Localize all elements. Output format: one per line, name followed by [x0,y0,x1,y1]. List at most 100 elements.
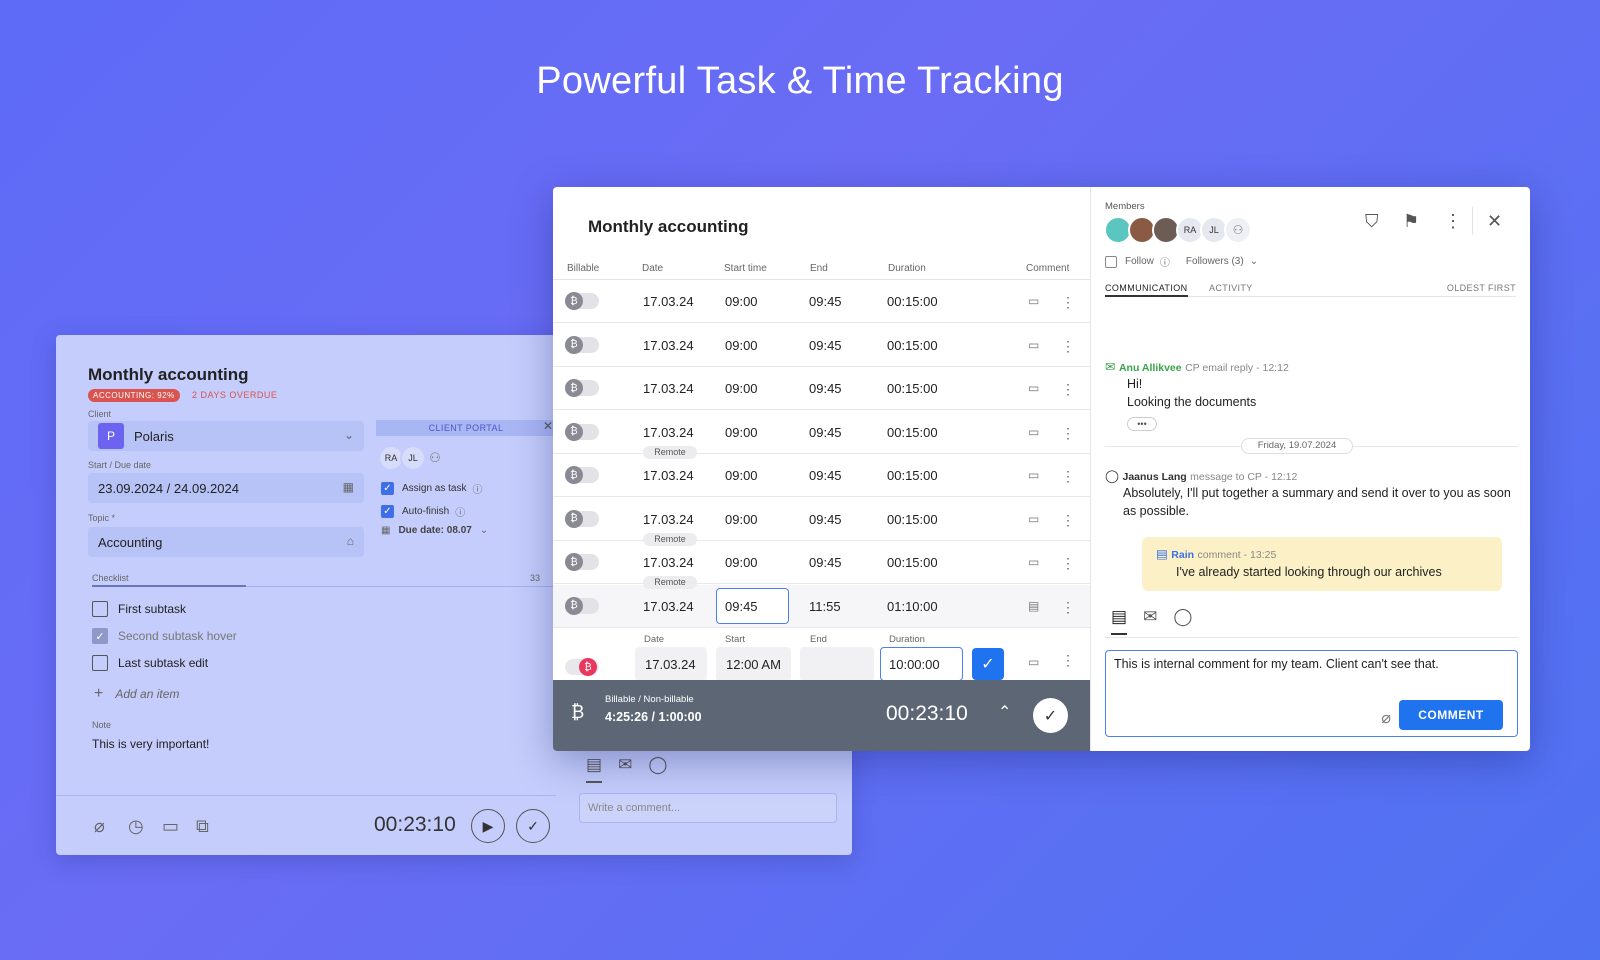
duration[interactable]: 01:10:00 [887,599,938,614]
expand-button[interactable]: ••• [1127,417,1157,431]
billable-toggle[interactable]: ₿ [565,422,599,441]
start-time[interactable]: 09:00 [725,294,758,309]
follow-checkbox[interactable] [1105,255,1117,268]
flag-icon[interactable]: ⚑ [1403,211,1419,232]
comment-box[interactable]: This is internal comment for my team. Cl… [1105,650,1518,737]
add-user-icon[interactable]: ⚇ [1224,216,1252,244]
tab-communication[interactable]: COMMUNICATION [1105,283,1188,297]
comment-icon[interactable]: ▭ [1028,338,1039,352]
checkbox[interactable] [92,601,108,617]
followers-dropdown[interactable]: Followers (3) [1186,256,1244,267]
table-row[interactable]: ₿ 17.03.24 09:00 09:45 00:15:00 ▭ ⋮ Remote [553,411,1090,459]
edit-end-field[interactable] [800,647,874,681]
end-time[interactable]: 09:45 [809,512,842,527]
more-icon[interactable]: ⋮ [1061,652,1075,669]
duration[interactable]: 00:15:00 [887,512,938,527]
billable-toggle[interactable]: ₿ [565,466,599,484]
close-icon[interactable]: ✕ [1487,211,1502,232]
start-time[interactable]: 09:00 [725,338,758,353]
more-icon[interactable]: ⋮ [1061,425,1075,442]
comment-icon[interactable]: ▤ [1028,599,1039,613]
start-time[interactable]: 09:45 [725,599,758,614]
billable-toggle[interactable]: ₿ [565,658,599,676]
duration[interactable]: 00:15:00 [887,294,938,309]
billable-toggle[interactable]: ₿ [565,553,599,571]
comment-icon[interactable]: ▭ [1028,381,1039,395]
mail-icon[interactable]: ✉ [618,755,632,783]
clock-icon[interactable]: ◷ [128,816,144,837]
comment-button[interactable]: COMMENT [1399,700,1503,730]
start-time[interactable]: 09:00 [725,512,758,527]
more-icon[interactable]: ⋮ [1061,381,1075,398]
duration[interactable]: 00:15:00 [887,338,938,353]
table-row[interactable]: ₿ 17.03.24 09:45 11:55 01:10:00 ▤ ⋮ [553,584,1090,628]
start-time[interactable]: 09:00 [725,381,758,396]
paperclip-icon[interactable]: ⌀ [94,816,105,837]
comment-icon[interactable]: ▭ [1028,425,1039,439]
topic-field[interactable]: Accounting ⌂ [88,527,364,557]
check-icon[interactable]: ✓ [92,628,108,644]
entry-date[interactable]: 17.03.24 [643,294,694,309]
comment-icon[interactable]: ▭ [1028,555,1039,569]
end-time[interactable]: 11:55 [809,599,841,614]
close-icon[interactable]: ✕ [543,419,553,433]
play-button[interactable]: ▶ [471,809,505,843]
entry-date[interactable]: 17.03.24 [643,512,694,527]
checkbox[interactable] [92,655,108,671]
entry-date[interactable]: 17.03.24 [643,468,694,483]
checklist-item[interactable]: First subtask [92,601,186,617]
more-icon[interactable]: ⋮ [1061,338,1075,355]
entry-date[interactable]: 17.03.24 [643,555,694,570]
start-time[interactable]: 09:00 [725,468,758,483]
end-time[interactable]: 09:45 [809,468,842,483]
end-time[interactable]: 09:45 [809,425,842,440]
end-time[interactable]: 09:45 [809,294,842,309]
table-row[interactable]: ₿ 17.03.24 09:00 09:45 00:15:00 ▭ ⋮ [553,280,1090,323]
complete-button[interactable]: ✓ [1033,698,1068,733]
billable-toggle[interactable]: ₿ [565,509,599,528]
assign-task-checkbox[interactable]: ✓ Assign as task ⓘ [381,481,482,496]
table-row[interactable]: ₿ 17.03.24 09:00 09:45 00:15:00 ▭ ⋮ Remote [553,498,1090,546]
select-icon[interactable]: ⧉ [196,816,209,837]
checklist-item[interactable]: ✓ Second subtask hover [92,628,237,644]
paperclip-icon[interactable]: ⌀ [1381,708,1391,728]
edit-duration-field[interactable]: 10:00:00 [880,647,963,681]
duration[interactable]: 00:15:00 [887,555,938,570]
edit-start-field[interactable]: 12:00 AM [716,647,791,681]
start-time[interactable]: 09:00 [725,555,758,570]
entry-date[interactable]: 17.03.24 [643,425,694,440]
checklist-item[interactable]: Last subtask edit [92,655,208,671]
keyboard-icon[interactable]: ▭ [162,816,179,837]
end-time[interactable]: 09:45 [809,555,842,570]
billable-toggle[interactable]: ₿ [565,379,599,397]
dates-field[interactable]: 23.09.2024 / 24.09.2024 ▦ [88,473,364,503]
duration[interactable]: 00:15:00 [887,468,938,483]
billable-toggle[interactable]: ₿ [565,596,599,615]
due-date-select[interactable]: ▦ Due date: 08.07 ⌄ [381,525,488,536]
chat-icon[interactable]: ◯ [648,755,667,783]
duration[interactable]: 00:15:00 [887,381,938,396]
more-icon[interactable]: ⋮ [1061,294,1075,311]
sort-toggle[interactable]: OLDEST FIRST [1447,283,1516,293]
table-row[interactable]: ₿ 17.03.24 09:00 09:45 00:15:00 ▭ ⋮ Remote [553,541,1090,589]
more-icon[interactable]: ⋮ [1444,211,1462,232]
billable-toggle[interactable]: ₿ [565,335,599,354]
table-row[interactable]: ₿ 17.03.24 09:00 09:45 00:15:00 ▭ ⋮ [553,324,1090,367]
confirm-button[interactable]: ✓ [972,648,1004,680]
comment-icon[interactable]: ▭ [1028,468,1039,482]
more-icon[interactable]: ⋮ [1061,512,1075,529]
comment-icon[interactable]: ▭ [1028,512,1039,526]
comment-icon[interactable]: ▭ [1028,294,1039,308]
entry-date[interactable]: 17.03.24 [643,381,694,396]
table-row[interactable]: ₿ 17.03.24 09:00 09:45 00:15:00 ▭ ⋮ [553,367,1090,410]
start-time[interactable]: 09:00 [725,425,758,440]
end-time[interactable]: 09:45 [809,381,842,396]
auto-finish-checkbox[interactable]: ✓ Auto-finish ⓘ [381,504,465,519]
comment-input[interactable]: This is internal comment for my team. Cl… [1114,657,1439,671]
chevron-up-icon[interactable]: ⌃ [998,702,1011,722]
end-time[interactable]: 09:45 [809,338,842,353]
comment-icon[interactable]: ▭ [1028,655,1039,669]
edit-date-field[interactable]: 17.03.24 [635,647,707,681]
comment-icon[interactable]: ▤ [586,755,603,783]
tab-activity[interactable]: ACTIVITY [1209,283,1253,293]
